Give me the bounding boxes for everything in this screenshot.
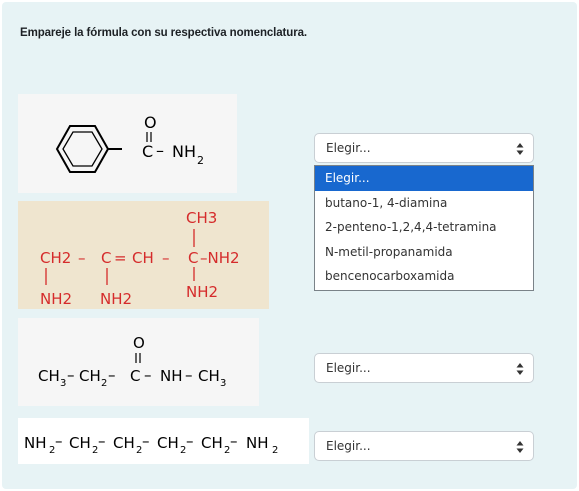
answer-select-1[interactable]: Elegir... bbox=[314, 133, 534, 163]
bond-dash: – bbox=[108, 366, 116, 384]
carbonyl-carbon: C bbox=[142, 142, 153, 161]
amine-2: NH2 bbox=[100, 290, 132, 308]
carbon-4: C bbox=[188, 249, 198, 267]
ch2-group: CH bbox=[79, 367, 101, 385]
bond-dash: – bbox=[144, 366, 152, 384]
select-arrows-icon bbox=[516, 143, 524, 155]
carbon-2: C bbox=[101, 249, 111, 267]
select-value: Elegir... bbox=[326, 141, 371, 155]
ch2-group: CH bbox=[157, 434, 179, 452]
dropdown-option[interactable]: 2-penteno-1,2,4,4-tetramina bbox=[315, 215, 533, 240]
select-value: Elegir... bbox=[326, 439, 371, 453]
methyl-left: CH bbox=[38, 367, 60, 385]
select-value: Elegir... bbox=[326, 361, 371, 375]
carbonyl-oxygen: O bbox=[133, 334, 145, 352]
ch2-group: CH bbox=[201, 434, 223, 452]
nh-group: NH bbox=[160, 367, 183, 385]
ch2-group: CH2 bbox=[40, 249, 71, 267]
bond-dash: – bbox=[142, 432, 150, 450]
carbonyl-oxygen: O bbox=[144, 113, 157, 132]
bond-dash: – bbox=[98, 432, 106, 450]
subscript: 3 bbox=[220, 378, 226, 389]
dropdown-option[interactable]: N-metil-propanamida bbox=[315, 240, 533, 265]
select-arrows-icon bbox=[516, 363, 524, 375]
subscript: 2 bbox=[101, 378, 107, 389]
methyl-right: CH bbox=[198, 367, 220, 385]
dropdown-option[interactable]: Elegir... bbox=[315, 166, 533, 191]
subscript: 2 bbox=[272, 445, 278, 456]
subscript: 2 bbox=[197, 154, 204, 167]
bond-dash: – bbox=[230, 432, 238, 450]
formula-image-2: CH3 CH2 – C = CH – C –NH2 NH2 NH2 NH2 bbox=[18, 201, 269, 309]
carbonyl-carbon: C bbox=[130, 367, 140, 385]
answer-select-4[interactable]: Elegir... bbox=[314, 431, 534, 461]
answer-dropdown-list: Elegir... butano-1, 4-diamina 2-penteno-… bbox=[314, 165, 534, 291]
bond-dash: – bbox=[55, 432, 63, 450]
formula-image-4: NH 2 – CH 2 – CH 2 – CH 2 – CH 2 – NH 2 bbox=[18, 418, 309, 464]
dropdown-option[interactable]: bencenocarboxamida bbox=[315, 264, 533, 289]
double-bond: = bbox=[114, 249, 127, 267]
ch2-group: CH bbox=[113, 434, 135, 452]
dropdown-option[interactable]: butano-1, 4-diamina bbox=[315, 191, 533, 216]
bond-dash: – bbox=[156, 141, 164, 160]
amine-right: NH bbox=[246, 434, 269, 452]
bond-dash: – bbox=[67, 366, 75, 384]
ch-group: CH bbox=[132, 249, 154, 267]
bond-dash: – bbox=[185, 366, 193, 384]
amine-right: –NH2 bbox=[200, 249, 240, 267]
amide-nh: NH bbox=[172, 142, 196, 161]
bond-dash: – bbox=[78, 249, 86, 267]
amine-left: NH bbox=[24, 434, 47, 452]
formula-image-1: O C – NH 2 bbox=[18, 94, 237, 193]
bond-dash: – bbox=[186, 432, 194, 450]
formula-image-3: O CH 3 – CH 2 – C – NH – CH 3 bbox=[18, 318, 259, 406]
bond-dash: – bbox=[162, 249, 170, 267]
subscript: 3 bbox=[60, 378, 66, 389]
amine-4: NH2 bbox=[186, 283, 218, 301]
question-text: Empareje la fórmula con su respectiva no… bbox=[20, 27, 307, 39]
ch2-group: CH bbox=[69, 434, 91, 452]
methyl-group: CH3 bbox=[186, 209, 217, 227]
select-arrows-icon bbox=[516, 441, 524, 453]
answer-select-3[interactable]: Elegir... bbox=[314, 353, 534, 383]
amine-1: NH2 bbox=[40, 290, 72, 308]
